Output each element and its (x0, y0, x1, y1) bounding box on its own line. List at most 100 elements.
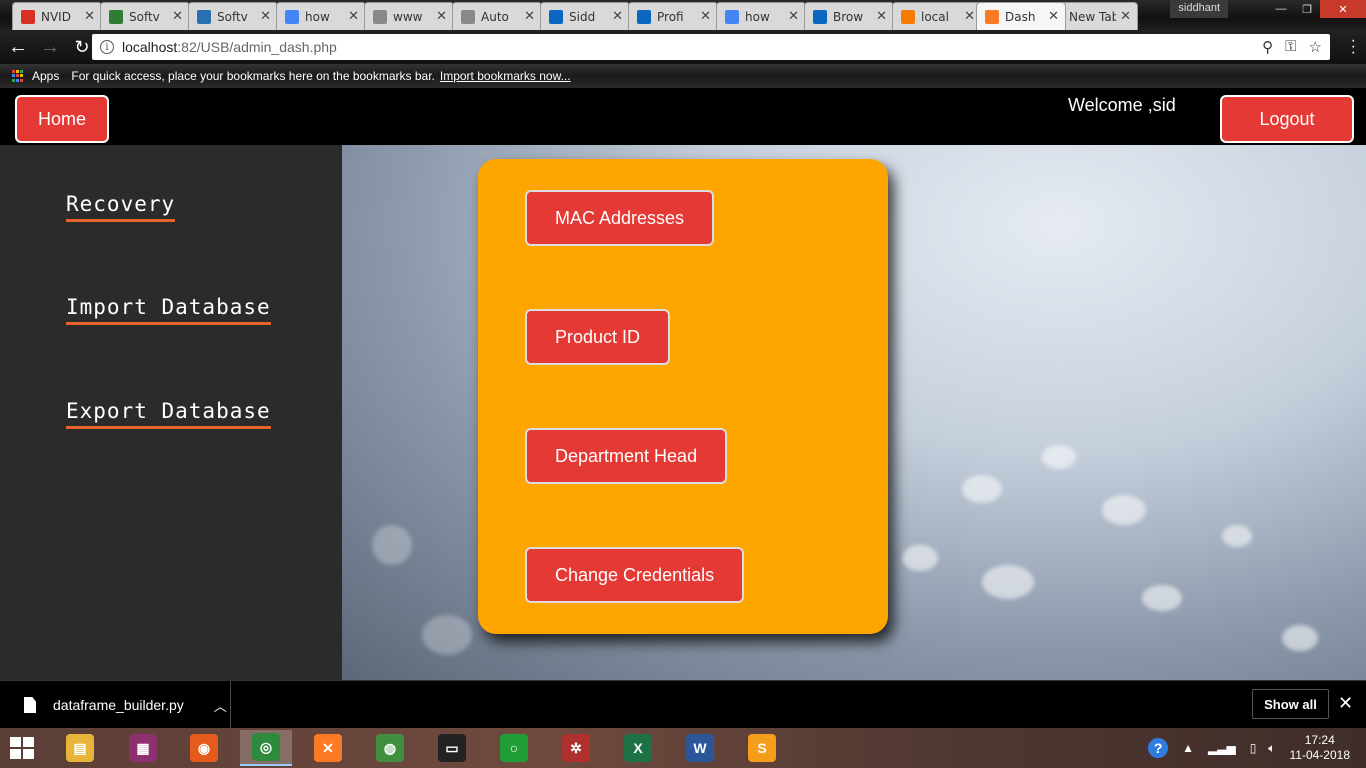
close-icon[interactable]: ✕ (1338, 693, 1353, 714)
maximize-icon[interactable]: ❐ (1294, 0, 1320, 18)
key-icon[interactable]: ⚿ (1285, 38, 1296, 56)
windows-taskbar: ? ▲ ▂▃▅ ▯ 🔈︎ 17:24 11-04-2018 ▤ ▦ ◉ ◎ ✕ ◍ ▭ ○ ✲ X… (0, 728, 1366, 768)
change-credentials-button[interactable]: Change Credentials (525, 547, 745, 603)
info-icon[interactable]: i (100, 40, 114, 54)
import-bookmarks-link[interactable]: Import bookmarks now... (440, 69, 571, 83)
tab-8[interactable]: Profi ✕ (628, 2, 718, 30)
logout-button[interactable]: Logout (1220, 95, 1354, 143)
linkedin-icon (637, 9, 651, 24)
profile-name[interactable]: siddhant (1170, 0, 1228, 18)
volume-icon[interactable]: 🔈︎ (1268, 741, 1275, 756)
windows-start-icon[interactable] (10, 737, 34, 759)
taskbar-app-5[interactable]: ✕ (302, 730, 354, 766)
taskbar-app-1[interactable]: ▤ (54, 730, 106, 766)
zoom-icon[interactable]: ⚲ (1262, 38, 1273, 56)
clock[interactable]: 17:24 11-04-2018 (1290, 733, 1351, 763)
tab-1[interactable]: NVID ✕ (12, 2, 102, 30)
tab-5[interactable]: www ✕ (364, 2, 454, 30)
mac-addresses-button[interactable]: MAC Addresses (525, 190, 715, 246)
system-tray: ? ▲ ▂▃▅ ▯ 🔈︎ 17:24 11-04-2018 (1148, 728, 1366, 768)
chevron-up-icon[interactable]: ︿ (214, 696, 227, 715)
star-bookmark-icon[interactable]: ☆ (1309, 38, 1322, 56)
tab-title: NVID (41, 9, 71, 24)
taskbar-app-6[interactable]: ◍ (364, 730, 416, 766)
xampp-icon (985, 9, 999, 24)
apps-grid-icon[interactable] (12, 70, 24, 82)
tab-4[interactable]: how ✕ (276, 2, 366, 30)
close-tab-icon[interactable]: ✕ (436, 9, 447, 24)
close-window-icon[interactable]: ✕ (1320, 0, 1366, 18)
terminal-icon: ▭ (438, 734, 466, 762)
taskbar-app-2[interactable]: ▦ (117, 730, 169, 766)
taskbar-app-8[interactable]: ○ (488, 730, 540, 766)
tab-9[interactable]: how ✕ (716, 2, 806, 30)
close-tab-icon[interactable]: ✕ (964, 9, 975, 24)
sidebar-link-import-database[interactable]: Import Database (66, 295, 271, 325)
taskbar-app-9[interactable]: ✲ (550, 730, 602, 766)
tab-10[interactable]: Brow ✕ (804, 2, 894, 30)
tab-12[interactable]: Dash ✕ (976, 2, 1066, 30)
close-tab-icon[interactable]: ✕ (348, 9, 359, 24)
taskbar-app-3[interactable]: ◉ (178, 730, 230, 766)
tab-title: Auto (481, 9, 509, 24)
taskbar-app-4[interactable]: ◎ (240, 730, 292, 766)
chevron-up-icon[interactable]: ▲ (1182, 741, 1194, 755)
tab-11[interactable]: local ✕ (892, 2, 982, 30)
close-tab-icon[interactable]: ✕ (260, 9, 271, 24)
tab-6[interactable]: Auto ✕ (452, 2, 542, 30)
tab-title: Sidd (569, 9, 596, 24)
network-icon[interactable]: ▂▃▅ (1208, 741, 1236, 755)
tab-7[interactable]: Sidd ✕ (540, 2, 630, 30)
forward-arrow-icon[interactable]: → (36, 33, 64, 61)
close-tab-icon[interactable]: ✕ (1048, 9, 1059, 24)
sidebar-link-export-database[interactable]: Export Database (66, 399, 271, 429)
tab-title: Dash (1005, 9, 1036, 24)
admin-actions-card: MAC Addresses Product ID Department Head… (478, 159, 888, 634)
welcome-text: Welcome ,sid (1068, 95, 1176, 115)
sidebar-link-recovery[interactable]: Recovery (66, 192, 176, 222)
document-icon (461, 9, 475, 24)
tab-title: Brow (833, 9, 864, 24)
taskbar-app-11[interactable]: W (674, 730, 726, 766)
download-shelf: dataframe_builder.py ︿ Show all ✕ (0, 680, 1366, 729)
taskbar-app-12[interactable]: S (736, 730, 788, 766)
xampp-server-icon (901, 9, 915, 24)
address-bar[interactable]: i localhost :82/USB/admin_dash.php ⚲ ⚿ ☆ (92, 34, 1330, 60)
show-all-button[interactable]: Show all (1252, 689, 1329, 719)
file-icon (24, 697, 36, 713)
tab-title: local (921, 9, 949, 24)
home-button[interactable]: Home (15, 95, 109, 143)
close-tab-icon[interactable]: ✕ (172, 9, 183, 24)
chrome-menu-icon[interactable]: · · · (1351, 33, 1356, 61)
winrar-icon: ▦ (129, 734, 157, 762)
minimize-icon[interactable]: — (1268, 0, 1294, 18)
back-arrow-icon[interactable]: ← (4, 33, 32, 61)
close-tab-icon[interactable]: ✕ (788, 9, 799, 24)
taskbar-app-10[interactable]: X (612, 730, 664, 766)
download-item[interactable]: dataframe_builder.py ︿ (0, 681, 231, 729)
close-tab-icon[interactable]: ✕ (1120, 9, 1131, 24)
tab-2[interactable]: Softv ✕ (100, 2, 190, 30)
help-icon[interactable]: ? (1148, 738, 1169, 758)
excel-icon: X (624, 734, 652, 762)
xampp-icon: ✕ (314, 734, 342, 762)
battery-icon[interactable]: ▯ (1250, 741, 1257, 755)
tab-13[interactable]: New Tab ✕ (1060, 2, 1138, 30)
department-head-button[interactable]: Department Head (525, 428, 728, 484)
close-tab-icon[interactable]: ✕ (84, 9, 95, 24)
url-host: localhost (122, 39, 178, 55)
close-tab-icon[interactable]: ✕ (700, 9, 711, 24)
green-app-icon (109, 9, 123, 24)
network-globe-icon: ◍ (376, 734, 404, 762)
tab-title: Softv (217, 9, 248, 24)
tab-title: Softv (129, 9, 160, 24)
tab-3[interactable]: Softv ✕ (188, 2, 278, 30)
taskbar-app-7[interactable]: ▭ (426, 730, 478, 766)
download-filename: dataframe_builder.py (53, 697, 184, 713)
close-tab-icon[interactable]: ✕ (524, 9, 535, 24)
close-tab-icon[interactable]: ✕ (876, 9, 887, 24)
product-id-button[interactable]: Product ID (525, 309, 671, 365)
chrome-icon: ◎ (252, 733, 280, 761)
apps-shortcut[interactable]: Apps (32, 69, 59, 83)
close-tab-icon[interactable]: ✕ (612, 9, 623, 24)
